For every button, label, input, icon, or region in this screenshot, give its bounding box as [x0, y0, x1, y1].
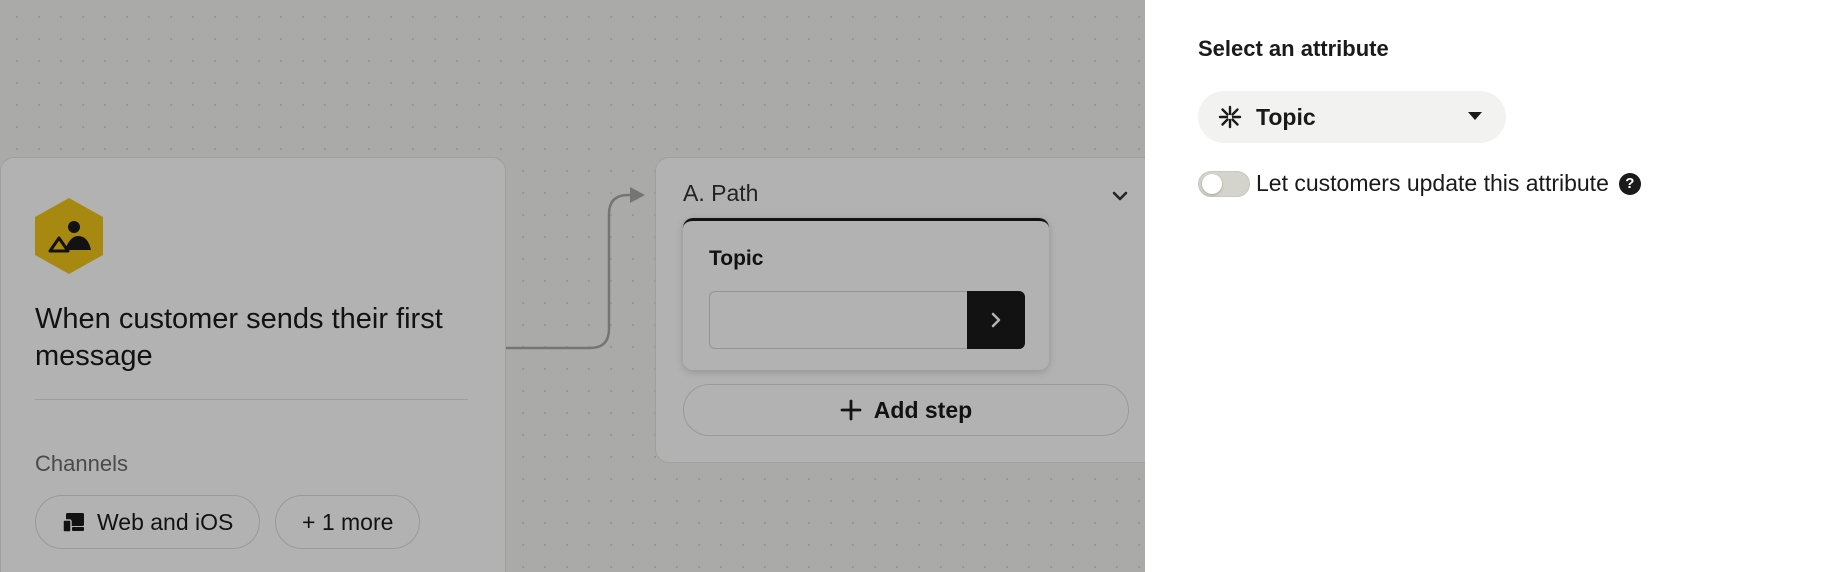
step-label: Topic	[709, 247, 764, 270]
step-card[interactable]: Topic	[683, 218, 1049, 370]
topic-attribute-icon	[1218, 105, 1242, 129]
update-attribute-row: Let customers update this attribute ?	[1198, 170, 1641, 197]
attribute-select[interactable]: Topic	[1198, 91, 1506, 143]
update-attribute-label: Let customers update this attribute	[1256, 170, 1609, 196]
step-go-button[interactable]	[967, 291, 1025, 349]
toggle-knob	[1202, 173, 1222, 194]
panel-heading: Select an attribute	[1198, 36, 1389, 61]
chevron-down-icon[interactable]	[1108, 184, 1132, 208]
trigger-title: When customer sends their first message	[35, 303, 443, 372]
channels-label: Channels	[35, 451, 128, 476]
attribute-panel: Select an attribute Topic Let customers …	[1145, 0, 1832, 572]
more-channels-label: + 1 more	[302, 508, 394, 535]
add-step-button[interactable]: Add step	[683, 384, 1129, 436]
caret-down-icon	[1468, 112, 1482, 120]
update-attribute-toggle[interactable]	[1198, 170, 1250, 197]
workflow-canvas[interactable]: When customer sends their first message …	[0, 0, 1145, 572]
path-title: A. Path	[683, 180, 759, 206]
attribute-select-value: Topic	[1256, 103, 1316, 130]
chevron-right-icon	[991, 312, 1001, 328]
trigger-badge-icon	[35, 198, 103, 274]
channel-chip[interactable]: Web and iOS	[35, 495, 261, 549]
trigger-card[interactable]: When customer sends their first message …	[0, 157, 506, 572]
devices-icon	[62, 513, 84, 533]
plus-icon	[840, 399, 862, 421]
trigger-divider	[35, 399, 468, 400]
step-input[interactable]	[709, 291, 967, 349]
add-step-label: Add step	[873, 396, 973, 423]
help-icon[interactable]: ?	[1618, 172, 1641, 195]
more-channels-chip[interactable]: + 1 more	[275, 495, 421, 549]
channel-chip-label: Web and iOS	[97, 508, 234, 535]
path-card[interactable]: A. Path Topic Add step	[655, 157, 1145, 463]
